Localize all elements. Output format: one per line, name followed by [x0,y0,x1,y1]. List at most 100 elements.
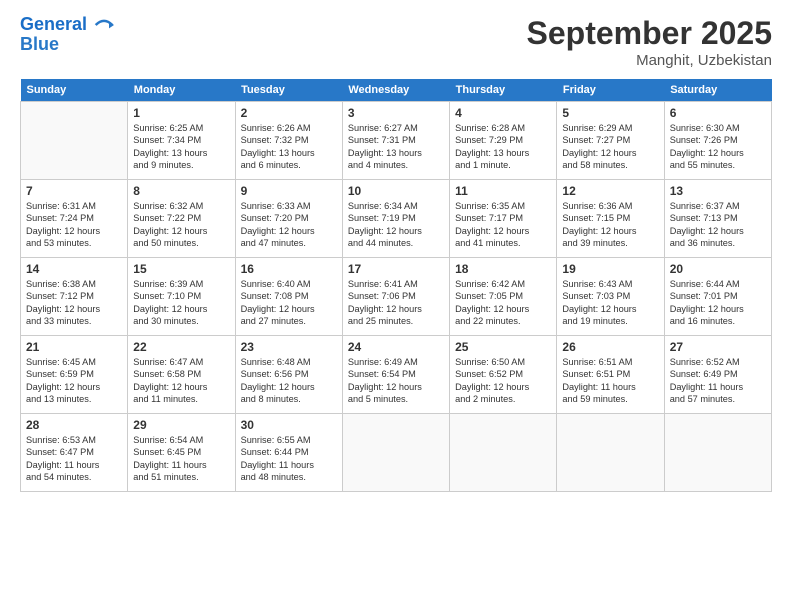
calendar-cell: 4 Sunrise: 6:28 AM Sunset: 7:29 PM Daylig… [450,102,557,180]
subtitle: Manghit, Uzbekistan [527,52,772,69]
calendar-cell: 19Sunrise: 6:43 AM Sunset: 7:03 PM Dayli… [557,258,664,336]
day-info: Sunrise: 6:34 AM Sunset: 7:19 PM Dayligh… [348,200,444,250]
day-number: 22 [133,340,229,354]
calendar-body: 1 Sunrise: 6:25 AM Sunset: 7:34 PM Daylig… [21,102,772,492]
day-info: Sunrise: 6:36 AM Sunset: 7:15 PM Dayligh… [562,200,658,250]
week-row-3: 21 Sunrise: 6:45 AM Sunset: 6:59 PM Dayli… [21,336,772,414]
calendar-cell: 9 Sunrise: 6:33 AM Sunset: 7:20 PM Daylig… [235,180,342,258]
day-number: 8 [133,184,229,198]
day-number: 14 [26,262,122,276]
calendar-cell: 20 Sunrise: 6:44 AM Sunset: 7:01 PM Dayli… [664,258,771,336]
calendar-cell: 29Sunrise: 6:54 AM Sunset: 6:45 PM Dayli… [128,414,235,492]
calendar-cell: 8 Sunrise: 6:32 AM Sunset: 7:22 PM Daylig… [128,180,235,258]
day-number: 12 [562,184,658,198]
logo: General Blue [20,15,114,55]
calendar-cell: 23 Sunrise: 6:48 AM Sunset: 6:56 PM Dayli… [235,336,342,414]
day-info: Sunrise: 6:30 AM Sunset: 7:26 PM Dayligh… [670,122,766,172]
day-number: 23 [241,340,337,354]
day-info: Sunrise: 6:33 AM Sunset: 7:20 PM Dayligh… [241,200,337,250]
weekday-sunday: Sunday [21,79,128,102]
day-info: Sunrise: 6:51 AM Sunset: 6:51 PM Dayligh… [562,356,658,406]
day-number: 1 [133,106,229,120]
day-number: 10 [348,184,444,198]
calendar-cell: 10 Sunrise: 6:34 AM Sunset: 7:19 PM Dayli… [342,180,449,258]
day-info: Sunrise: 6:50 AM Sunset: 6:52 PM Dayligh… [455,356,551,406]
day-number: 29 [133,418,229,432]
day-number: 25 [455,340,551,354]
day-info: Sunrise: 6:25 AM Sunset: 7:34 PM Dayligh… [133,122,229,172]
day-info: Sunrise: 6:27 AM Sunset: 7:31 PM Dayligh… [348,122,444,172]
day-info: Sunrise: 6:39 AM Sunset: 7:10 PM Dayligh… [133,278,229,328]
title-block: September 2025 Manghit, Uzbekistan [527,15,772,69]
calendar-cell: 11Sunrise: 6:35 AM Sunset: 7:17 PM Dayli… [450,180,557,258]
calendar-cell: 3 Sunrise: 6:27 AM Sunset: 7:31 PM Daylig… [342,102,449,180]
day-info: Sunrise: 6:28 AM Sunset: 7:29 PM Dayligh… [455,122,551,172]
logo-icon [94,15,114,35]
month-title: September 2025 [527,15,772,52]
day-number: 16 [241,262,337,276]
logo-blue: Blue [20,35,114,55]
day-info: Sunrise: 6:49 AM Sunset: 6:54 PM Dayligh… [348,356,444,406]
day-number: 19 [562,262,658,276]
calendar-cell [21,102,128,180]
day-info: Sunrise: 6:35 AM Sunset: 7:17 PM Dayligh… [455,200,551,250]
day-number: 26 [562,340,658,354]
weekday-wednesday: Wednesday [342,79,449,102]
day-number: 17 [348,262,444,276]
day-info: Sunrise: 6:42 AM Sunset: 7:05 PM Dayligh… [455,278,551,328]
day-number: 20 [670,262,766,276]
day-info: Sunrise: 6:26 AM Sunset: 7:32 PM Dayligh… [241,122,337,172]
day-number: 21 [26,340,122,354]
day-info: Sunrise: 6:32 AM Sunset: 7:22 PM Dayligh… [133,200,229,250]
calendar-cell [664,414,771,492]
day-info: Sunrise: 6:55 AM Sunset: 6:44 PM Dayligh… [241,434,337,484]
day-number: 30 [241,418,337,432]
logo-text: General [20,15,114,35]
day-info: Sunrise: 6:44 AM Sunset: 7:01 PM Dayligh… [670,278,766,328]
day-info: Sunrise: 6:29 AM Sunset: 7:27 PM Dayligh… [562,122,658,172]
weekday-friday: Friday [557,79,664,102]
day-number: 2 [241,106,337,120]
calendar-cell: 14 Sunrise: 6:38 AM Sunset: 7:12 PM Dayli… [21,258,128,336]
week-row-2: 14 Sunrise: 6:38 AM Sunset: 7:12 PM Dayli… [21,258,772,336]
calendar-cell: 28Sunrise: 6:53 AM Sunset: 6:47 PM Dayli… [21,414,128,492]
day-info: Sunrise: 6:38 AM Sunset: 7:12 PM Dayligh… [26,278,122,328]
day-number: 18 [455,262,551,276]
weekday-header-row: SundayMondayTuesdayWednesdayThursdayFrid… [21,79,772,102]
day-info: Sunrise: 6:48 AM Sunset: 6:56 PM Dayligh… [241,356,337,406]
day-info: Sunrise: 6:31 AM Sunset: 7:24 PM Dayligh… [26,200,122,250]
day-info: Sunrise: 6:47 AM Sunset: 6:58 PM Dayligh… [133,356,229,406]
day-number: 6 [670,106,766,120]
weekday-tuesday: Tuesday [235,79,342,102]
day-number: 5 [562,106,658,120]
calendar-cell: 15Sunrise: 6:39 AM Sunset: 7:10 PM Dayli… [128,258,235,336]
day-number: 9 [241,184,337,198]
calendar-cell: 25 Sunrise: 6:50 AM Sunset: 6:52 PM Dayli… [450,336,557,414]
weekday-thursday: Thursday [450,79,557,102]
calendar-cell [557,414,664,492]
header: General Blue September 2025 Manghit, Uzb… [20,15,772,69]
calendar-cell: 18 Sunrise: 6:42 AM Sunset: 7:05 PM Dayli… [450,258,557,336]
day-number: 13 [670,184,766,198]
calendar-cell [450,414,557,492]
day-number: 4 [455,106,551,120]
week-row-0: 1 Sunrise: 6:25 AM Sunset: 7:34 PM Daylig… [21,102,772,180]
calendar-cell: 6 Sunrise: 6:30 AM Sunset: 7:26 PM Daylig… [664,102,771,180]
calendar-cell: 13 Sunrise: 6:37 AM Sunset: 7:13 PM Dayli… [664,180,771,258]
calendar-cell: 27Sunrise: 6:52 AM Sunset: 6:49 PM Dayli… [664,336,771,414]
calendar-cell: 16 Sunrise: 6:40 AM Sunset: 7:08 PM Dayli… [235,258,342,336]
day-info: Sunrise: 6:40 AM Sunset: 7:08 PM Dayligh… [241,278,337,328]
week-row-1: 7 Sunrise: 6:31 AM Sunset: 7:24 PM Daylig… [21,180,772,258]
calendar-table: SundayMondayTuesdayWednesdayThursdayFrid… [20,79,772,492]
calendar-cell: 12 Sunrise: 6:36 AM Sunset: 7:15 PM Dayli… [557,180,664,258]
day-info: Sunrise: 6:45 AM Sunset: 6:59 PM Dayligh… [26,356,122,406]
calendar-cell: 7 Sunrise: 6:31 AM Sunset: 7:24 PM Daylig… [21,180,128,258]
calendar-cell: 1 Sunrise: 6:25 AM Sunset: 7:34 PM Daylig… [128,102,235,180]
calendar-cell: 22 Sunrise: 6:47 AM Sunset: 6:58 PM Dayli… [128,336,235,414]
page: General Blue September 2025 Manghit, Uzb… [0,0,792,612]
day-number: 3 [348,106,444,120]
day-number: 7 [26,184,122,198]
weekday-saturday: Saturday [664,79,771,102]
day-number: 24 [348,340,444,354]
day-info: Sunrise: 6:37 AM Sunset: 7:13 PM Dayligh… [670,200,766,250]
